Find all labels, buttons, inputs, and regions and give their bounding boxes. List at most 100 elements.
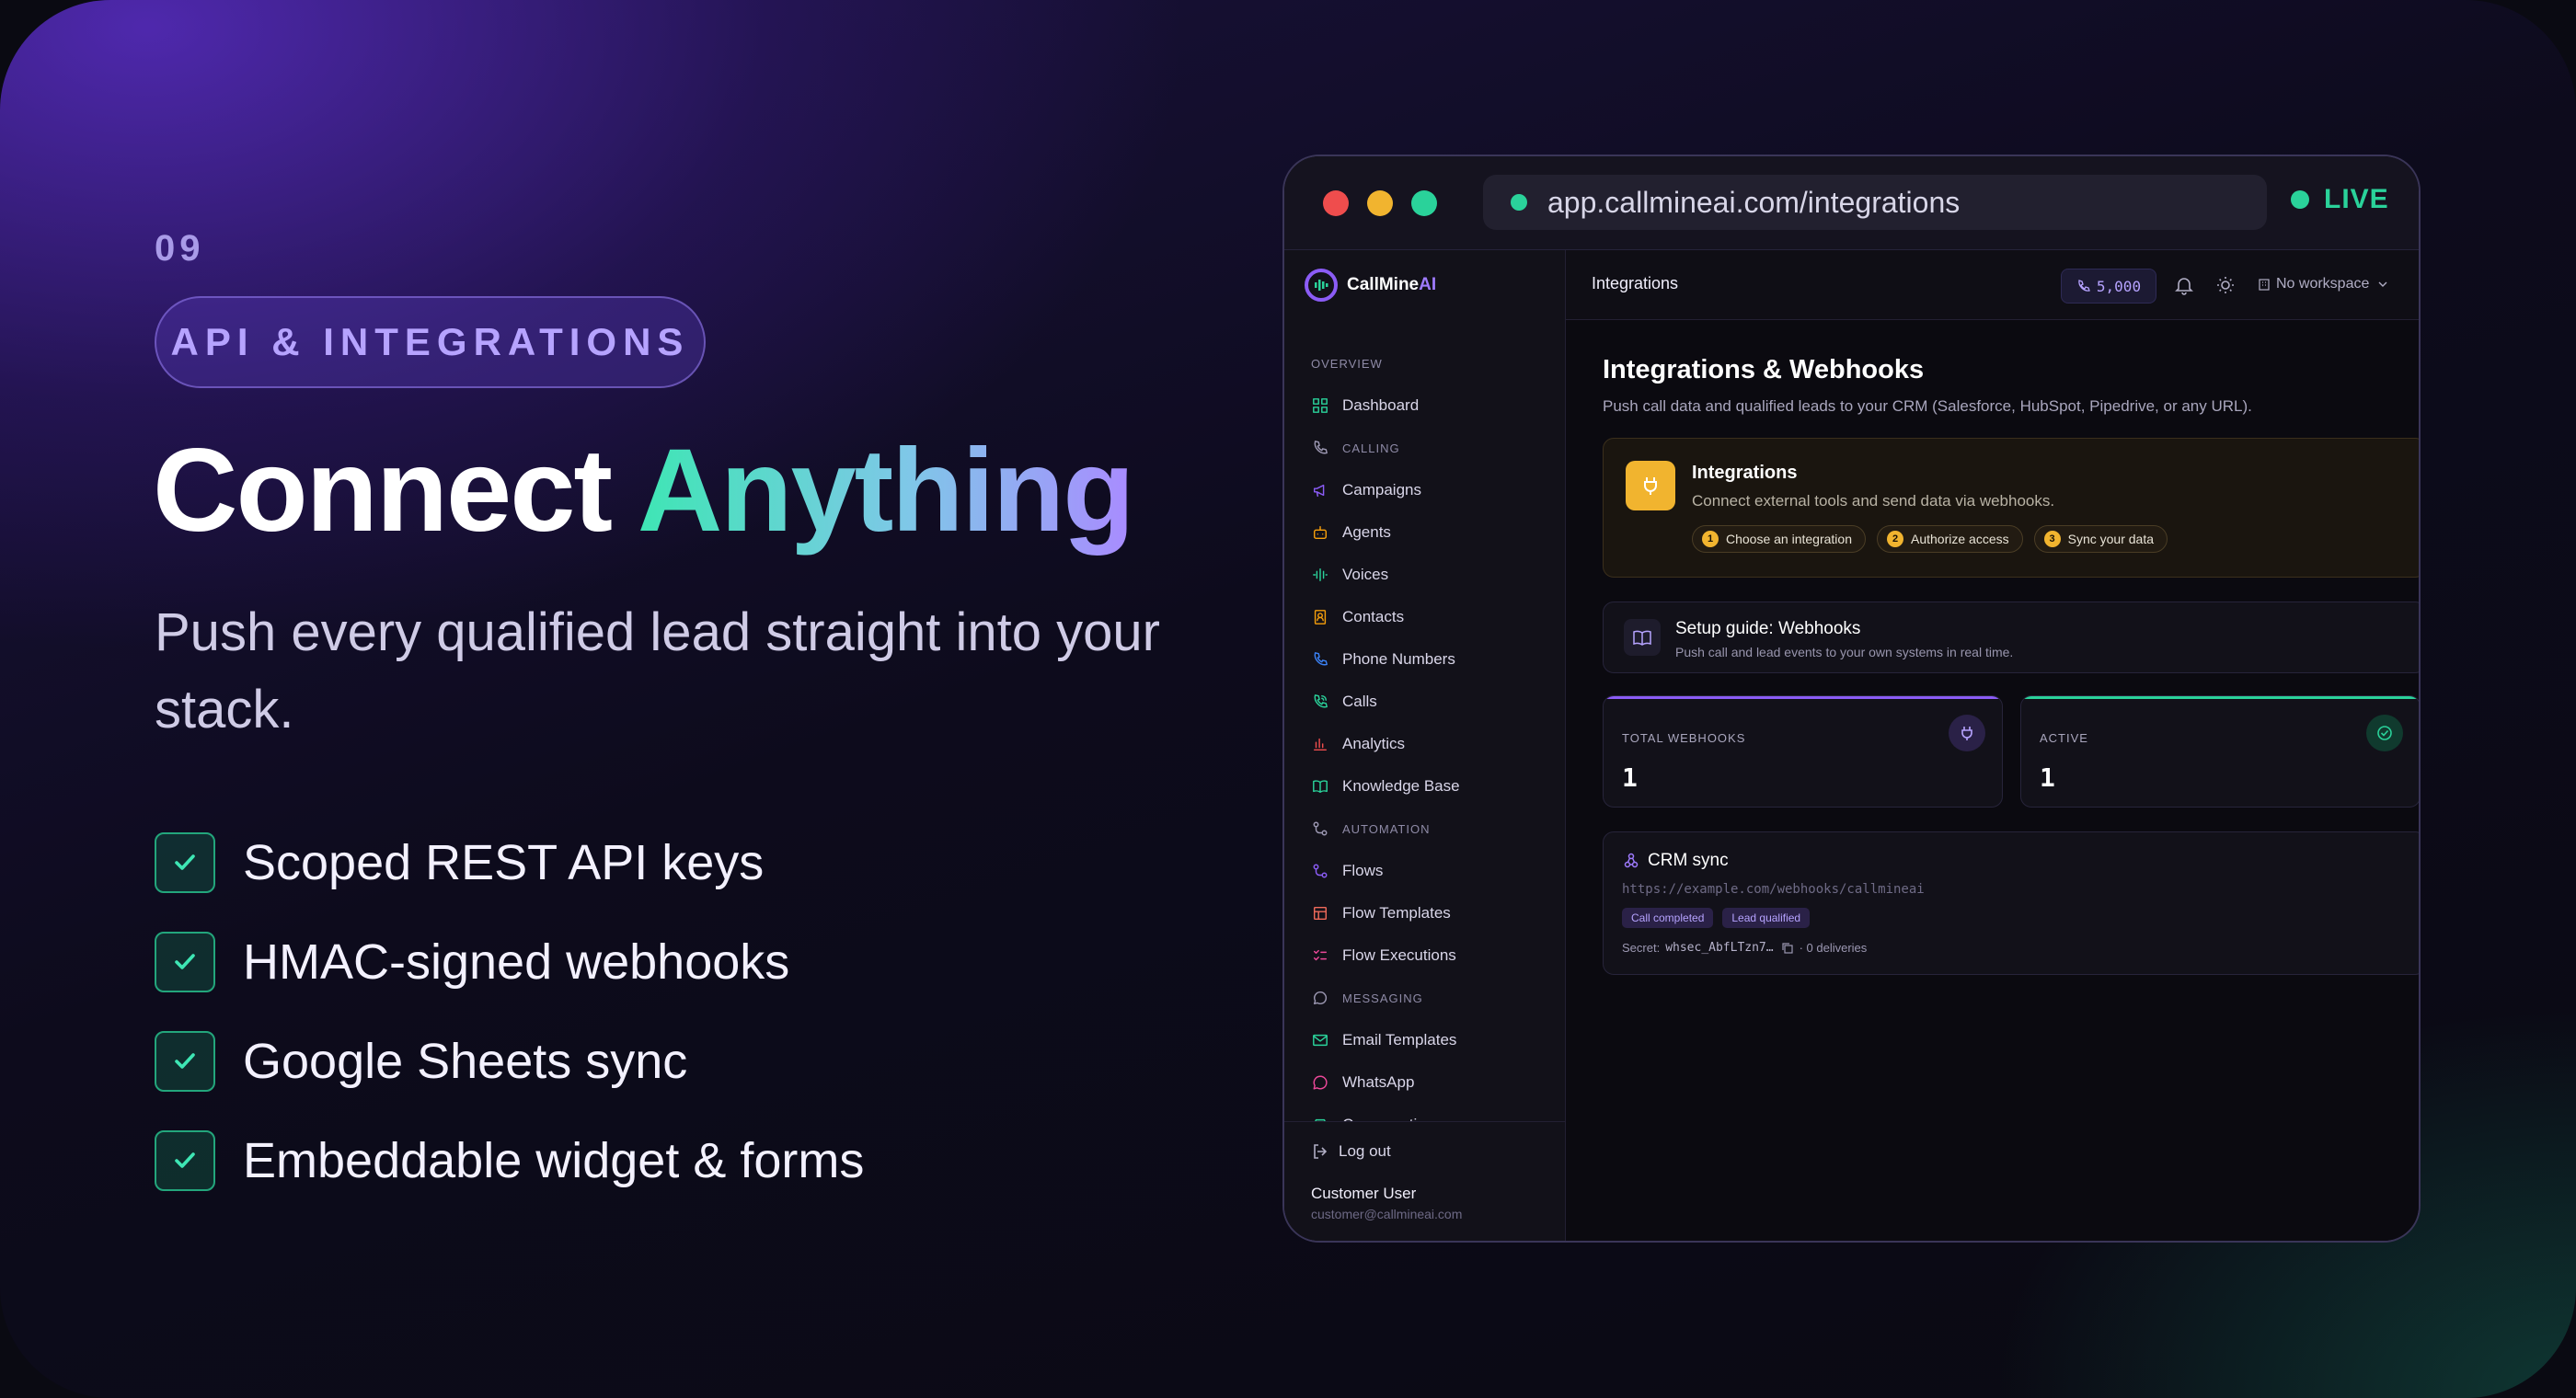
url-bar[interactable]: app.callmineai.com/integrations [1483,175,2267,230]
webhook-name: CRM sync [1648,851,1729,870]
feature-item: Google Sheets sync [155,1012,864,1111]
theme-toggle-icon[interactable] [2214,274,2237,296]
step-number: 2 [1887,531,1903,547]
live-indicator: LIVE [2291,184,2389,215]
integration-step[interactable]: 1 Choose an integration [1692,525,1866,553]
url-text: app.callmineai.com/integrations [1547,185,1961,219]
app-window: app.callmineai.com/integrations LIVE Cal… [1282,155,2421,1243]
copy-icon[interactable] [1781,942,1794,955]
sidebar-label: Flows [1342,862,1384,879]
slide-background: 09 API & INTEGRATIONS Connect Anything P… [0,0,2576,1398]
sidebar-item-contacts[interactable]: Contacts [1284,596,1565,638]
subtitle: Push every qualified lead straight into … [155,602,1160,739]
check-icon [155,1031,215,1092]
sidebar-label: Calls [1342,693,1377,710]
bell-icon[interactable] [2173,274,2195,296]
integrations-card: Integrations Connect external tools and … [1603,438,2419,578]
feature-label: Google Sheets sync [243,1034,688,1089]
headline-highlight: Anything [637,425,1135,556]
browser-chrome: app.callmineai.com/integrations LIVE [1284,156,2419,250]
guide-description: Push call and lead events to your own sy… [1675,645,2014,659]
sidebar-label: Voices [1342,566,1389,583]
deliveries-count: · 0 deliveries [1799,941,1868,955]
sidebar-item-flows[interactable]: Flows [1284,850,1565,892]
secret-value: whsec_AbfLTzn7… [1665,941,1774,955]
grid-icon [1311,396,1329,415]
step-label: Choose an integration [1726,532,1852,546]
close-window-icon[interactable] [1323,190,1349,216]
maximize-window-icon[interactable] [1411,190,1437,216]
logout-icon [1314,1144,1328,1159]
app-header: Integrations 5,000 No workspace [1566,250,2419,320]
sidebar-item-voices[interactable]: Voices [1284,554,1565,596]
contact-book-icon [1311,608,1329,626]
sidebar-item-email-templates[interactable]: Email Templates [1284,1019,1565,1061]
integrations-title: Integrations [1692,463,1798,483]
step-number: 1 [1702,531,1719,547]
sidebar-item-phone-numbers[interactable]: Phone Numbers [1284,638,1565,681]
sidebar-item-flow-templates[interactable]: Flow Templates [1284,892,1565,934]
building-icon [2259,279,2270,291]
feature-label: HMAC-signed webhooks [243,934,790,990]
sidebar-item-campaigns[interactable]: Campaigns [1284,469,1565,511]
sidebar-label: Campaigns [1342,481,1421,498]
phone-icon [2078,280,2090,292]
sidebar-label: WhatsApp [1342,1073,1415,1091]
secret-label: Secret: [1622,941,1661,955]
feature-list: Scoped REST API keys HMAC-signed webhooks… [155,813,864,1210]
sidebar-item-flow-executions[interactable]: Flow Executions [1284,934,1565,977]
workspace-selector[interactable]: No workspace [2258,276,2389,292]
sidebar-label: Agents [1342,523,1391,541]
minimize-window-icon[interactable] [1367,190,1393,216]
brand-accent: AI [1419,275,1437,294]
sidebar: CallMineAI OVERVIEW Dashboard CALLING Campa… [1284,250,1566,1241]
waveform-icon [1311,566,1329,584]
user-name: Customer User [1311,1185,1417,1202]
integration-steps: 1 Choose an integration 2 Authorize access 3… [1692,525,2179,553]
credits-badge[interactable]: 5,000 [2061,269,2156,304]
sidebar-item-analytics[interactable]: Analytics [1284,723,1565,765]
integration-step[interactable]: 3 Sync your data [2033,525,2168,553]
book-open-icon [1311,777,1329,796]
stat-value: 1 [1622,762,1638,793]
stat-label: ACTIVE [2040,731,2088,745]
check-icon [155,932,215,992]
callmine-logo-icon [1305,269,1338,302]
category-pill: API & INTEGRATIONS [155,296,706,388]
sidebar-label: Contacts [1342,608,1405,625]
header-title: Integrations [1592,274,1679,292]
integration-step[interactable]: 2 Authorize access [1877,525,2023,553]
live-label: LIVE [2324,184,2389,214]
book-open-icon [1624,619,1661,656]
sidebar-item-agents[interactable]: Agents [1284,511,1565,554]
sidebar-label: Phone Numbers [1342,650,1455,668]
setup-guide-card[interactable]: Setup guide: Webhooks Push call and lead… [1603,602,2419,673]
brand-main: CallMine [1347,275,1420,294]
chat-bubble-icon [1311,989,1329,1007]
sidebar-label: Knowledge Base [1342,777,1460,795]
phone-icon [1311,439,1329,457]
check-icon [155,832,215,893]
check-circle-icon [2366,715,2403,751]
sidebar-footer: Log out Customer User customer@callminea… [1284,1121,1565,1241]
bot-icon [1311,523,1329,542]
brand[interactable]: CallMineAI [1305,269,1436,302]
webhook-icon [1624,853,1639,868]
webhook-card[interactable]: CRM sync https://example.com/webhooks/ca… [1603,831,2419,975]
stat-active: ACTIVE 1 [2020,695,2419,808]
sidebar-label: Email Templates [1342,1031,1457,1048]
event-tag: Call completed [1622,908,1714,928]
sidebar-item-knowledge-base[interactable]: Knowledge Base [1284,765,1565,808]
chevron-down-icon [2378,281,2387,287]
sidebar-item-whatsapp[interactable]: WhatsApp [1284,1061,1565,1104]
sidebar-label: MESSAGING [1342,991,1423,1005]
check-icon [155,1130,215,1191]
logout-label: Log out [1339,1142,1391,1160]
event-tag: Lead qualified [1722,908,1811,928]
sidebar-item-dashboard[interactable]: Dashboard [1284,384,1565,427]
webhook-title: CRM sync [1622,851,1729,871]
logout-button[interactable]: Log out [1311,1142,1391,1161]
workspace-label: No workspace [2276,276,2370,292]
headline: Connect Anything [153,423,1135,558]
sidebar-item-calls[interactable]: Calls [1284,681,1565,723]
